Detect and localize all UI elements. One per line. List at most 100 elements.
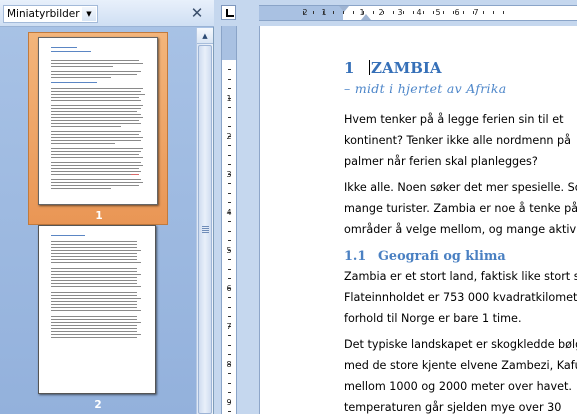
thumbnail-text-mark bbox=[51, 188, 111, 189]
thumbnail-text-mark bbox=[51, 235, 85, 236]
heading-2[interactable]: 1.1 Geografi og klima bbox=[344, 249, 506, 265]
text-line: områder å velge mellom, og mange aktivit… bbox=[344, 223, 577, 236]
thumbnail-text-mark bbox=[51, 143, 115, 144]
text-line: Zambia er et stort land, faktisk like st… bbox=[344, 270, 577, 283]
ruler-number: 7 bbox=[473, 8, 479, 17]
ruler-tick bbox=[313, 11, 314, 14]
ruler-tick bbox=[228, 297, 231, 298]
thumbnail-text-mark bbox=[51, 60, 139, 61]
thumbnail-text-mark bbox=[51, 241, 137, 242]
thumbnail-text-mark bbox=[51, 259, 137, 260]
paragraph[interactable]: Hvem tenker på å legge ferien sin til et… bbox=[344, 109, 577, 172]
thumbnail-text-mark bbox=[51, 63, 143, 64]
ruler-tick bbox=[228, 88, 231, 89]
thumbnail-text-mark bbox=[51, 304, 137, 305]
thumbnail-text-mark bbox=[51, 108, 141, 109]
text-line: Det typiske landskapet er skogkledde bøl… bbox=[344, 338, 577, 351]
thumbnail-text-mark bbox=[51, 280, 137, 281]
text-line: forhold til Norge er bare 1 time. bbox=[344, 312, 522, 325]
ruler-tick bbox=[463, 11, 464, 14]
vertical-ruler[interactable]: 1 2 3 4 5 6 7 8 9 bbox=[221, 26, 237, 414]
thumbnail-text-mark bbox=[51, 126, 121, 127]
document-page[interactable]: 1 ZAMBIA – midt i hjertet av Afrika Hvem … bbox=[259, 26, 577, 414]
thumbnail-text-mark bbox=[51, 111, 137, 112]
thumbnail-text-mark bbox=[51, 82, 97, 83]
text-line: palmer når ferien skal planlegges? bbox=[344, 155, 538, 168]
scroll-up-arrow-icon[interactable]: ▲ bbox=[197, 28, 213, 44]
thumbnail-text-mark bbox=[51, 316, 137, 317]
ruler-tick bbox=[228, 411, 231, 412]
text-line: mange turister. Zambia er noe å tenke på… bbox=[344, 202, 577, 215]
ruler-tick bbox=[228, 107, 231, 108]
thumbnail-text-mark bbox=[51, 182, 143, 183]
ruler-tick bbox=[373, 11, 374, 14]
view-selector-label: Miniatyrbilder bbox=[7, 8, 80, 20]
thumbnail-text-mark bbox=[51, 165, 143, 166]
ruler-tick bbox=[228, 392, 231, 393]
ruler-tick bbox=[228, 316, 231, 317]
thumbnail-text-mark bbox=[51, 268, 137, 269]
ruler-tick bbox=[228, 183, 231, 184]
ruler-tick bbox=[228, 344, 231, 346]
thumbnail-text-mark bbox=[51, 307, 137, 308]
thumbnail-page-number: 1 bbox=[95, 210, 103, 222]
heading-1[interactable]: 1 ZAMBIA bbox=[344, 59, 577, 77]
ruler-tick bbox=[228, 154, 231, 156]
ruler-number: 4 bbox=[226, 208, 232, 217]
ruler-tick bbox=[228, 278, 231, 279]
thumbnail-text-mark bbox=[51, 244, 137, 245]
heading-title: Geografi og klima bbox=[378, 249, 506, 264]
page-thumbnail-image bbox=[38, 37, 158, 205]
ruler-number: 1 bbox=[226, 94, 232, 103]
view-selector-dropdown[interactable]: Miniatyrbilder ▼ bbox=[3, 5, 98, 23]
ruler-margin bbox=[222, 26, 236, 60]
ruler-tick bbox=[228, 221, 231, 222]
text-line: temperaturen går sjelden mye over 30 bbox=[344, 401, 562, 414]
thumbnail-text-mark bbox=[51, 88, 143, 89]
thumbnail-text-mark bbox=[51, 283, 137, 284]
thumbnail-text-mark bbox=[51, 123, 141, 124]
horizontal-ruler[interactable]: 2 1 1 2 3 4 5 6 7 bbox=[259, 5, 577, 21]
paragraph[interactable]: Ikke alle. Noen søker det mer spesielle.… bbox=[344, 177, 577, 240]
text-cursor bbox=[369, 60, 370, 75]
thumbnail-scrollbar[interactable]: ▲ bbox=[196, 28, 213, 414]
thumbnail-text-mark bbox=[51, 140, 141, 141]
ruler-tick bbox=[343, 11, 344, 14]
ruler-number: 7 bbox=[226, 322, 232, 331]
subtitle[interactable]: – midt i hjertet av Afrika bbox=[344, 81, 506, 96]
thumbnail-text-mark bbox=[51, 319, 137, 320]
ruler-number: 1 bbox=[321, 8, 327, 17]
ruler-number: 2 bbox=[226, 132, 232, 141]
ruler-number: 1 bbox=[359, 8, 365, 17]
ruler-tick bbox=[228, 164, 231, 165]
thumbnail-text-mark bbox=[51, 66, 113, 67]
thumbnail-page-2[interactable]: 2 bbox=[28, 222, 168, 412]
thumbnail-text-mark bbox=[51, 114, 141, 115]
scrollbar-thumb[interactable] bbox=[198, 45, 212, 414]
thumbnail-page-1[interactable]: 1 bbox=[28, 32, 168, 225]
paragraph[interactable]: Det typiske landskapet er skogkledde bøl… bbox=[344, 334, 577, 414]
thumbnail-text-mark bbox=[51, 137, 143, 138]
thumbnail-text-mark bbox=[51, 328, 137, 329]
thumbnail-text-mark bbox=[51, 253, 137, 254]
thumbnail-text-mark bbox=[51, 298, 141, 299]
ruler-tick bbox=[503, 11, 504, 14]
paragraph[interactable]: Zambia er et stort land, faktisk like st… bbox=[344, 266, 577, 329]
ruler-number: 3 bbox=[226, 170, 232, 179]
thumbnail-text-mark bbox=[51, 179, 141, 180]
ruler-tick bbox=[333, 11, 334, 14]
chevron-down-icon[interactable]: ▼ bbox=[82, 7, 96, 21]
thumbnail-text-mark bbox=[51, 151, 141, 152]
tab-selector-button[interactable] bbox=[221, 5, 236, 20]
ruler-tick bbox=[228, 335, 231, 336]
thumbnail-text-mark bbox=[51, 256, 137, 257]
ruler-number: 5 bbox=[226, 246, 232, 255]
ruler-tick bbox=[228, 69, 231, 70]
thumbnail-text-mark bbox=[51, 157, 143, 158]
word-window: Miniatyrbilder ▼ ✕ 1 2 ▲ 2 1 1 2 3 4 5 6… bbox=[0, 0, 577, 414]
close-pane-button[interactable]: ✕ bbox=[189, 5, 205, 21]
heading-number: 1 bbox=[344, 59, 355, 77]
first-line-indent-marker[interactable] bbox=[339, 6, 349, 12]
ruler-tick bbox=[353, 11, 354, 14]
grip-line bbox=[202, 232, 209, 233]
